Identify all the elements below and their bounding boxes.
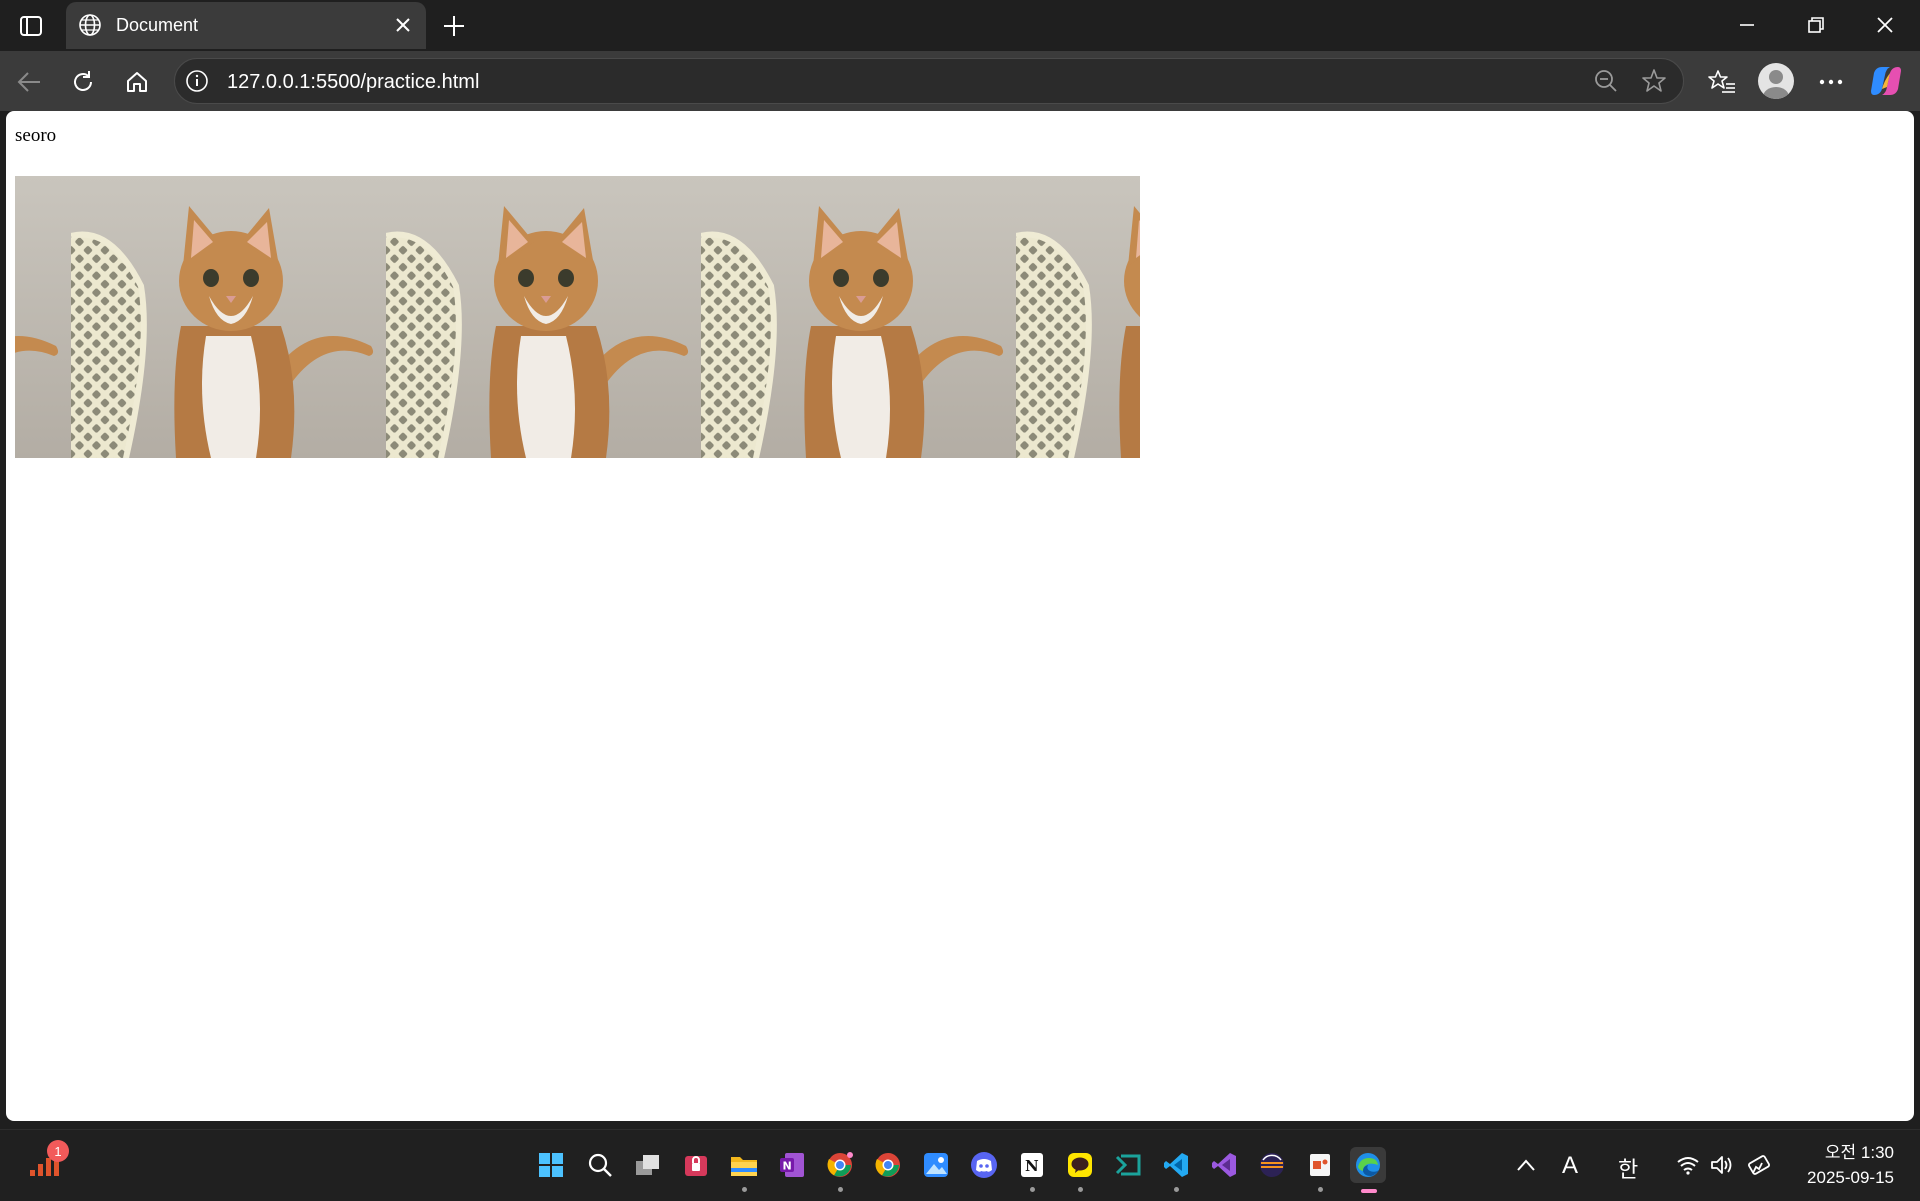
- chevron-up-icon[interactable]: [1508, 1147, 1544, 1183]
- vs-code-insiders-icon[interactable]: [1110, 1147, 1146, 1183]
- ime-language-indicator[interactable]: 한: [1618, 1152, 1638, 1184]
- cat-image: [1016, 176, 1140, 458]
- home-button[interactable]: [120, 65, 154, 99]
- search-icon[interactable]: [582, 1147, 618, 1183]
- globe-icon: [78, 13, 102, 42]
- refresh-button[interactable]: [66, 65, 100, 99]
- chrome-profile-icon[interactable]: [822, 1147, 858, 1192]
- cat-image: [386, 176, 701, 458]
- close-tab-icon[interactable]: [394, 16, 412, 39]
- office-app-icon[interactable]: [1302, 1147, 1338, 1192]
- cat-image: [71, 176, 386, 458]
- task-view-icon[interactable]: [630, 1147, 666, 1183]
- page-text: seoro: [15, 125, 57, 146]
- file-explorer-icon[interactable]: [726, 1147, 762, 1192]
- back-button[interactable]: [12, 65, 46, 99]
- tab-strip: Document: [0, 0, 1920, 51]
- minimize-button[interactable]: [1725, 8, 1769, 42]
- zoom-out-icon[interactable]: [1593, 68, 1619, 99]
- site-info-icon[interactable]: [185, 69, 209, 98]
- profile-avatar[interactable]: [1758, 63, 1794, 99]
- close-window-button[interactable]: [1863, 8, 1907, 42]
- svg-text:N: N: [1025, 1157, 1039, 1175]
- discord-icon[interactable]: [966, 1147, 1002, 1183]
- page-viewport: seoro: [6, 111, 1914, 1121]
- tab-title: Document: [116, 15, 199, 35]
- ime-mode-indicator[interactable]: A: [1562, 1152, 1578, 1180]
- clock-date: 2025-09-15: [1807, 1168, 1894, 1187]
- cat-image: [701, 176, 1016, 458]
- vs-code-icon[interactable]: [1158, 1147, 1194, 1192]
- favorites-icon[interactable]: [1705, 65, 1739, 99]
- onenote-icon[interactable]: N: [774, 1147, 810, 1183]
- visual-studio-icon[interactable]: [1206, 1147, 1242, 1183]
- favorite-star-icon[interactable]: [1641, 68, 1667, 99]
- edge-icon[interactable]: [1350, 1147, 1386, 1193]
- restore-button[interactable]: [1794, 8, 1838, 42]
- browser-toolbar: 127.0.0.1:5500/practice.html: [0, 51, 1920, 111]
- clock-time: 오전 1:30: [1824, 1143, 1894, 1162]
- windows-start-icon[interactable]: [533, 1147, 569, 1183]
- volume-icon[interactable]: [1704, 1147, 1740, 1183]
- notion-icon[interactable]: N: [1014, 1147, 1050, 1192]
- battery-icon[interactable]: [1740, 1147, 1776, 1183]
- password-app-icon[interactable]: [678, 1147, 714, 1183]
- photos-icon[interactable]: [918, 1147, 954, 1183]
- address-bar[interactable]: 127.0.0.1:5500/practice.html: [174, 58, 1684, 104]
- windows-taskbar: 1 N N A 한 오전 1:30 2025-09-15: [0, 1129, 1920, 1201]
- wifi-icon[interactable]: [1670, 1147, 1706, 1183]
- notification-badge: 1: [47, 1140, 69, 1162]
- svg-text:N: N: [783, 1160, 792, 1173]
- kakaotalk-icon[interactable]: [1062, 1147, 1098, 1192]
- new-tab-button[interactable]: [438, 10, 470, 42]
- system-clock[interactable]: 오전 1:30 2025-09-15: [1807, 1140, 1894, 1190]
- image-marquee: [15, 176, 1140, 458]
- cat-image: [15, 176, 71, 458]
- chrome-icon[interactable]: [870, 1147, 906, 1183]
- tab-document[interactable]: Document: [66, 2, 426, 49]
- sidebar-toggle-icon[interactable]: [14, 12, 48, 40]
- eclipse-icon[interactable]: [1254, 1147, 1290, 1183]
- copilot-icon[interactable]: [1868, 63, 1904, 99]
- more-options-icon[interactable]: [1814, 65, 1848, 99]
- url-text[interactable]: 127.0.0.1:5500/practice.html: [227, 71, 479, 94]
